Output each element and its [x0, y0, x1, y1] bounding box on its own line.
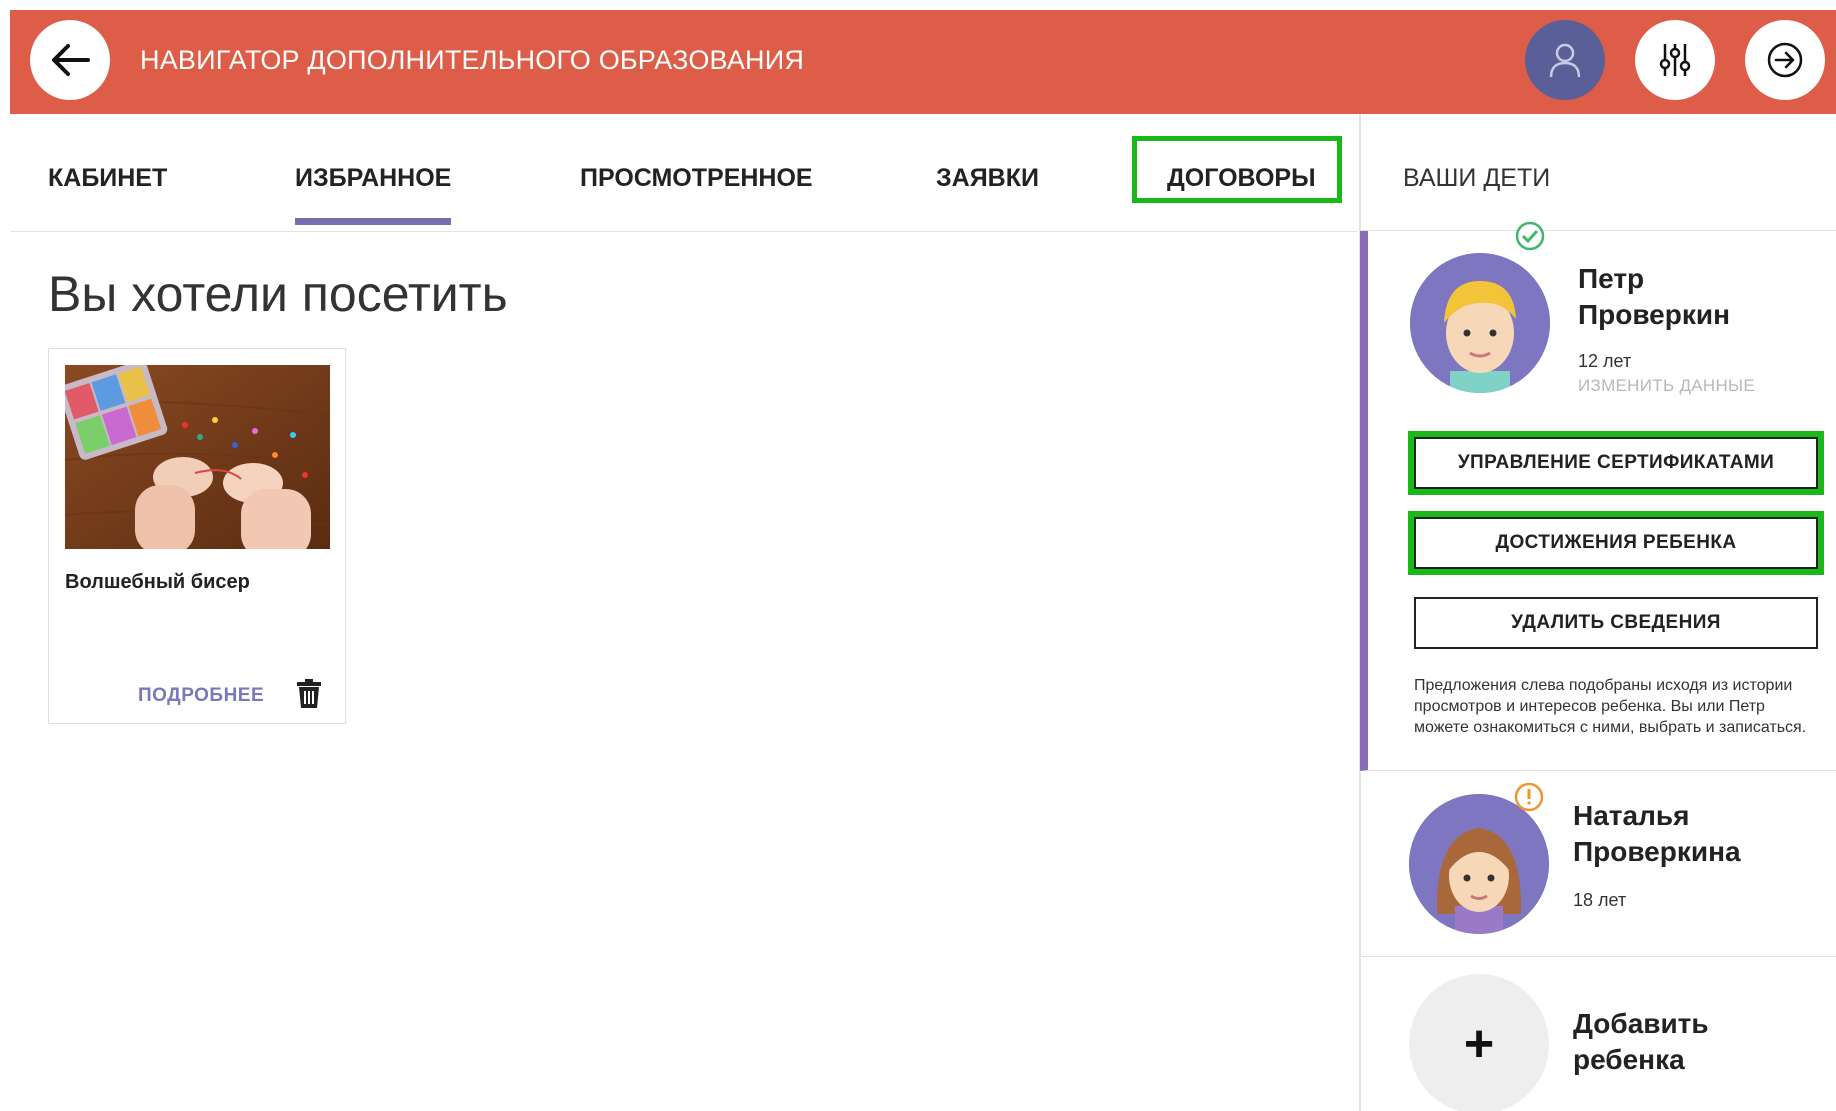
settings-filter-button[interactable]	[1635, 20, 1715, 100]
verified-check-icon	[1515, 221, 1545, 251]
manage-certificates-button[interactable]: УПРАВЛЕНИЕ СЕРТИФИКАТАМИ	[1408, 431, 1824, 495]
child-age: 18 лет	[1573, 890, 1627, 910]
child-avatar-boy	[1410, 253, 1550, 393]
add-child-label-line1: Добавить	[1573, 1008, 1709, 1039]
tab-cabinet[interactable]: КАБИНЕТ	[48, 164, 167, 193]
user-icon	[1549, 43, 1581, 78]
child-name: Наталья Проверкина	[1573, 798, 1741, 870]
edit-child-link[interactable]: ИЗМЕНИТЬ ДАННЫЕ	[1578, 376, 1755, 396]
details-link[interactable]: ПОДРОБНЕЕ	[138, 685, 264, 707]
delete-favorite-button[interactable]	[296, 679, 322, 709]
app-page: НАВИГАТОР ДОПОЛНИТЕЛЬНОГО ОБРАЗОВАНИЯ КА…	[10, 10, 1836, 1111]
arrow-left-icon	[52, 44, 90, 76]
program-card[interactable]: Волшебный бисер ПОДРОБНЕЕ	[48, 348, 346, 724]
child-avatar-girl	[1409, 794, 1549, 934]
add-child-label: Добавить ребенка	[1573, 1006, 1773, 1078]
sliders-icon	[1659, 44, 1691, 76]
tab-favorites[interactable]: ИЗБРАННОЕ	[295, 164, 451, 193]
child-last-name: Проверкина	[1573, 836, 1741, 867]
logout-button[interactable]	[1745, 20, 1825, 100]
child-name: Петр Проверкин	[1578, 261, 1730, 333]
warning-icon	[1514, 782, 1544, 812]
app-title: НАВИГАТОР ДОПОЛНИТЕЛЬНОГО ОБРАЗОВАНИЯ	[140, 45, 805, 75]
children-panel-header: ВАШИ ДЕТИ	[1360, 114, 1836, 231]
top-header: НАВИГАТОР ДОПОЛНИТЕЛЬНОГО ОБРАЗОВАНИЯ	[10, 10, 1836, 114]
active-tab-indicator	[295, 218, 451, 225]
child-age: 12 лет	[1578, 351, 1632, 371]
child-first-name: Наталья	[1573, 800, 1690, 831]
delete-child-button[interactable]: УДАЛИТЬ СВЕДЕНИЯ	[1414, 597, 1818, 649]
tab-applications[interactable]: ЗАЯВКИ	[936, 164, 1039, 193]
recommendation-hint: Предложения слева подобраны исходя из ис…	[1414, 677, 1807, 736]
child-last-name: Проверкин	[1578, 299, 1730, 330]
beading-photo	[65, 365, 330, 549]
section-title: Вы хотели посетить	[48, 266, 508, 322]
tab-viewed[interactable]: ПРОСМОТРЕННОЕ	[580, 164, 813, 193]
child-card[interactable]: Наталья Проверкина 18 лет	[1360, 772, 1836, 957]
profile-button[interactable]	[1525, 20, 1605, 100]
child-card-active: Петр Проверкин 12 лет ИЗМЕНИТЬ ДАННЫЕ УП…	[1360, 221, 1836, 771]
tab-contracts-highlight	[1132, 136, 1342, 203]
back-button[interactable]	[30, 20, 110, 100]
program-name: Волшебный бисер	[65, 571, 250, 593]
child-achievements-button[interactable]: ДОСТИЖЕНИЯ РЕБЕНКА	[1408, 511, 1824, 575]
exit-arrow-icon	[1767, 42, 1803, 78]
plus-icon: +	[1409, 974, 1549, 1111]
program-image	[65, 365, 330, 549]
trash-icon	[297, 679, 321, 708]
add-child-button[interactable]: + Добавить ребенка	[1360, 958, 1836, 1111]
children-panel-title: ВАШИ ДЕТИ	[1403, 164, 1551, 192]
add-child-label-line2: ребенка	[1573, 1044, 1685, 1075]
child-first-name: Петр	[1578, 263, 1645, 294]
